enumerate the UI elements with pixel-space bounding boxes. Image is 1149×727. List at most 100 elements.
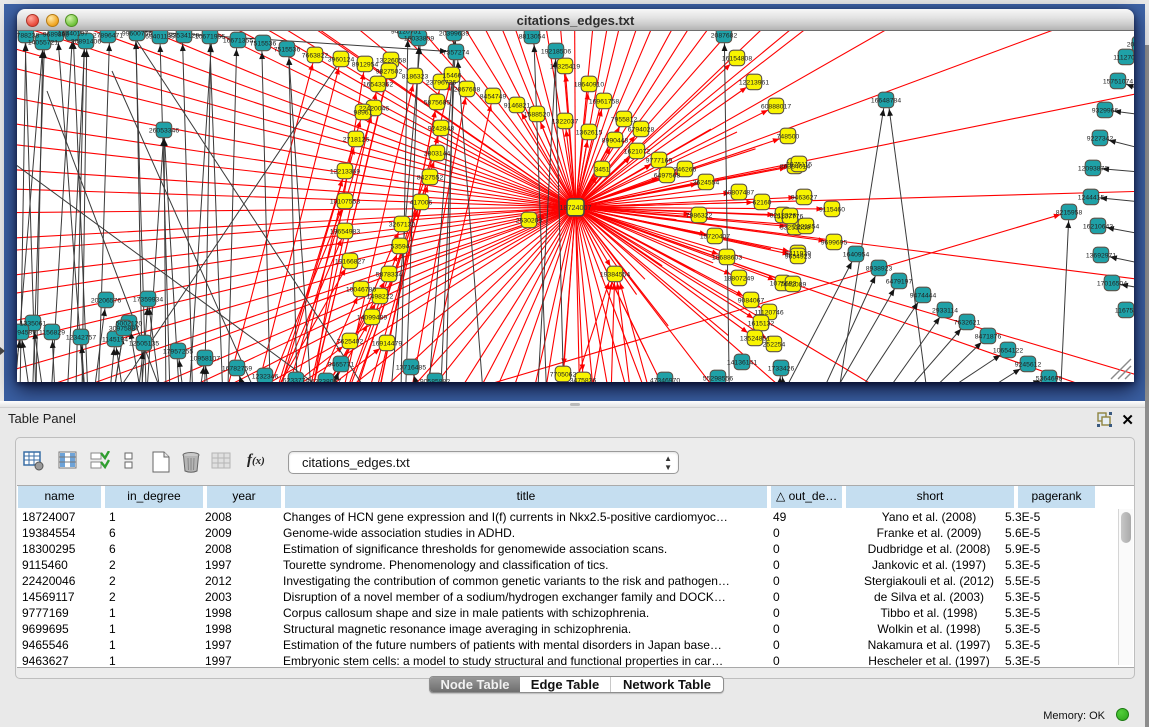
svg-text:1112706: 1112706 <box>1113 54 1134 61</box>
svg-text:417006: 417006 <box>410 199 433 206</box>
svg-text:10654122: 10654122 <box>993 347 1023 354</box>
svg-text:2530203: 2530203 <box>516 217 543 224</box>
svg-text:1362615: 1362615 <box>576 129 603 136</box>
svg-text:746266: 746266 <box>674 166 697 173</box>
svg-text:16740197: 16740197 <box>58 31 88 37</box>
svg-text:10107553: 10107553 <box>330 198 360 205</box>
svg-text:13692971: 13692971 <box>1086 252 1116 259</box>
svg-text:2867608: 2867608 <box>454 86 481 93</box>
svg-text:9777169: 9777169 <box>646 157 673 164</box>
svg-text:9827502: 9827502 <box>376 68 403 75</box>
svg-text:9474444: 9474444 <box>910 292 937 299</box>
svg-text:1733426: 1733426 <box>768 365 795 372</box>
svg-text:8454749: 8454749 <box>480 93 507 100</box>
svg-text:1156829: 1156829 <box>39 329 65 336</box>
svg-text:1335061: 1335061 <box>20 320 47 327</box>
svg-text:8471876: 8471876 <box>975 333 1002 340</box>
svg-text:7632621: 7632621 <box>954 319 981 326</box>
svg-text:748500: 748500 <box>777 133 800 140</box>
svg-text:3475836: 3475836 <box>570 377 597 382</box>
svg-text:47346970: 47346970 <box>650 377 680 382</box>
svg-text:3624554: 3624554 <box>693 179 720 186</box>
svg-text:15720407: 15720407 <box>700 233 730 240</box>
svg-text:17016504: 17016504 <box>1097 280 1127 287</box>
svg-text:14099489: 14099489 <box>357 314 387 321</box>
svg-text:55298556: 55298556 <box>703 375 733 382</box>
svg-text:1640954: 1640954 <box>843 251 870 258</box>
svg-text:9084067: 9084067 <box>738 297 765 304</box>
svg-text:2087682: 2087682 <box>711 32 738 39</box>
svg-text:16543362: 16543362 <box>363 81 393 88</box>
svg-text:7515536: 7515536 <box>250 40 277 47</box>
svg-text:27896471: 27896471 <box>93 32 123 39</box>
svg-text:3960124: 3960124 <box>328 56 355 63</box>
svg-text:8813054: 8813054 <box>519 33 546 40</box>
svg-text:8186323: 8186323 <box>402 73 429 80</box>
svg-text:3451: 3451 <box>594 166 609 173</box>
svg-text:12505135: 12505135 <box>129 340 159 347</box>
svg-text:15751074: 15751074 <box>1103 78 1133 85</box>
svg-text:9227342: 9227342 <box>1087 135 1114 142</box>
svg-text:10958107: 10958107 <box>190 355 220 362</box>
svg-text:12213369: 12213369 <box>330 168 360 175</box>
svg-text:6497568: 6497568 <box>654 172 681 179</box>
svg-text:2933114: 2933114 <box>932 307 958 314</box>
svg-text:12342757: 12342757 <box>66 334 96 341</box>
svg-text:1322037: 1322037 <box>552 118 579 125</box>
svg-text:8990448: 8990448 <box>602 137 629 144</box>
svg-text:10807487: 10807487 <box>724 189 754 196</box>
svg-text:9463627: 9463627 <box>791 194 818 201</box>
svg-text:12093872: 12093872 <box>1078 165 1108 172</box>
svg-text:1244415: 1244415 <box>1078 194 1105 201</box>
svg-text:16782759: 16782759 <box>222 365 252 372</box>
svg-text:20891406: 20891406 <box>71 38 101 45</box>
svg-text:6233774: 6233774 <box>283 377 310 382</box>
svg-text:7442089: 7442089 <box>780 281 807 288</box>
svg-text:60888017: 60888017 <box>761 103 791 110</box>
svg-text:9654923: 9654923 <box>785 253 812 260</box>
svg-text:5875685: 5875685 <box>424 99 451 106</box>
svg-text:19384554: 19384554 <box>600 271 630 278</box>
svg-text:2221854: 2221854 <box>793 223 820 230</box>
svg-text:62160: 62160 <box>753 199 772 206</box>
svg-text:13226058: 13226058 <box>376 57 406 64</box>
svg-text:19218506: 19218506 <box>541 48 571 55</box>
svg-text:9329966: 9329966 <box>1092 107 1119 114</box>
svg-text:19166827: 19166827 <box>335 258 365 265</box>
svg-text:1145194: 1145194 <box>102 336 128 343</box>
svg-text:15466: 15466 <box>443 72 462 79</box>
svg-text:9146821: 9146821 <box>504 102 531 109</box>
svg-text:3267130: 3267130 <box>389 221 416 228</box>
svg-text:98961: 98961 <box>354 109 373 116</box>
svg-text:20206576: 20206576 <box>91 297 121 304</box>
svg-text:7986322: 7986322 <box>686 212 713 219</box>
svg-text:16961758: 16961758 <box>589 98 619 105</box>
svg-text:10671955: 10671955 <box>195 33 225 40</box>
svg-text:26053346: 26053346 <box>149 127 179 134</box>
svg-text:9245612: 9245612 <box>1015 361 1042 368</box>
svg-text:14055721: 14055721 <box>28 39 58 46</box>
svg-text:16033809: 16033809 <box>404 35 434 42</box>
svg-text:8912954: 8912954 <box>352 61 379 68</box>
svg-text:63238057: 63238057 <box>311 378 341 382</box>
svg-text:11120746: 11120746 <box>754 309 783 316</box>
svg-text:6479197: 6479197 <box>886 278 913 285</box>
svg-text:1588520: 1588520 <box>524 111 551 118</box>
svg-text:7955812: 7955812 <box>611 116 638 123</box>
svg-text:18724007: 18724007 <box>560 203 592 212</box>
svg-text:7515536: 7515536 <box>274 46 301 53</box>
svg-text:18640910: 18640910 <box>574 81 604 88</box>
svg-text:2718126: 2718126 <box>343 136 370 143</box>
svg-text:6794028: 6794028 <box>628 126 655 133</box>
svg-text:40094589: 40094589 <box>17 329 36 336</box>
svg-text:8427552: 8427552 <box>417 174 444 181</box>
svg-text:17957255: 17957255 <box>163 348 193 355</box>
svg-text:16648784: 16648784 <box>871 97 901 104</box>
svg-text:9699695: 9699695 <box>821 239 848 246</box>
svg-text:9242848: 9242848 <box>428 125 455 132</box>
svg-text:7357274: 7357274 <box>443 49 470 56</box>
svg-text:10046786: 10046786 <box>346 286 376 293</box>
svg-text:13716485: 13716485 <box>396 364 426 371</box>
svg-text:116753: 116753 <box>1115 307 1134 314</box>
svg-text:13325419: 13325419 <box>550 63 580 70</box>
